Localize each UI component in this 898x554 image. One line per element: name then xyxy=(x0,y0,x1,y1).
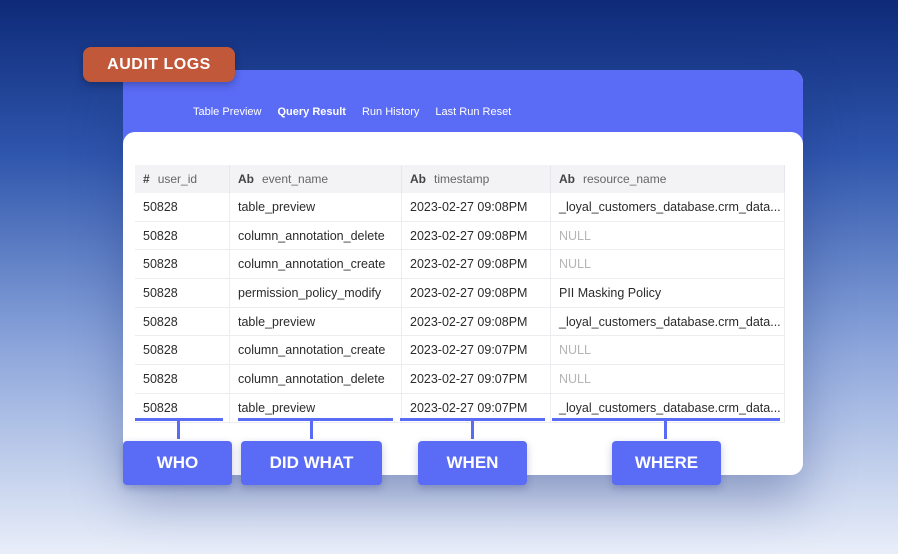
cell-timestamp: 2023-02-27 09:08PM xyxy=(401,278,551,308)
cell-resource-name: NULL xyxy=(550,364,785,394)
cell-event-name: table_preview xyxy=(229,307,402,337)
table-row[interactable]: 50828 table_preview 2023-02-27 09:08PM _loy… xyxy=(135,193,785,222)
table-row[interactable]: 50828 table_preview 2023-02-27 09:08PM _loy… xyxy=(135,307,785,337)
cell-resource-name: PII Masking Policy xyxy=(550,278,785,308)
cell-event-name: column_annotation_delete xyxy=(229,221,402,251)
where-label: WHERE xyxy=(612,441,721,485)
column-header-resource-name[interactable]: Ab resource_name xyxy=(550,165,785,193)
who-label: WHO xyxy=(123,441,232,485)
table-row[interactable]: 50828 column_annotation_create 2023-02-27 … xyxy=(135,249,785,280)
column-header-timestamp[interactable]: Ab timestamp xyxy=(401,165,551,193)
did-what-connector xyxy=(310,421,313,439)
cell-event-name: table_preview xyxy=(229,193,402,222)
cell-user-id: 50828 xyxy=(135,278,230,308)
table-header-row: # user_id Ab event_name Ab timestamp Ab reso… xyxy=(135,165,785,193)
cell-user-id: 50828 xyxy=(135,221,230,251)
cell-event-name: column_annotation_create xyxy=(229,249,402,280)
text-type-icon: Ab xyxy=(238,172,254,186)
tab-run-history[interactable]: Run History xyxy=(362,106,419,118)
cell-user-id: 50828 xyxy=(135,364,230,394)
did-what-bracket xyxy=(238,418,393,421)
did-what-label: DID WHAT xyxy=(241,441,382,485)
table-row[interactable]: 50828 column_annotation_delete 2023-02-27 … xyxy=(135,364,785,394)
when-connector xyxy=(471,421,474,439)
who-connector xyxy=(177,421,180,439)
cell-timestamp: 2023-02-27 09:08PM xyxy=(401,307,551,337)
cell-resource-name: _loyal_customers_database.crm_data... xyxy=(550,307,785,337)
column-header-user-id[interactable]: # user_id xyxy=(135,165,230,193)
cell-resource-name: NULL xyxy=(550,221,785,251)
cell-resource-name: NULL xyxy=(550,249,785,280)
column-header-label: resource_name xyxy=(583,172,667,186)
text-type-icon: Ab xyxy=(559,172,575,186)
results-table: # user_id Ab event_name Ab timestamp Ab reso… xyxy=(135,165,785,423)
cell-resource-name: NULL xyxy=(550,335,785,366)
cell-user-id: 50828 xyxy=(135,307,230,337)
column-header-label: timestamp xyxy=(434,172,490,186)
cell-user-id: 50828 xyxy=(135,249,230,280)
cell-event-name: permission_policy_modify xyxy=(229,278,402,308)
where-connector xyxy=(664,421,667,439)
table-row[interactable]: 50828 column_annotation_create 2023-02-27 … xyxy=(135,335,785,366)
table-row[interactable]: 50828 permission_policy_modify 2023-02-27 … xyxy=(135,278,785,308)
cell-event-name: column_annotation_create xyxy=(229,335,402,366)
cell-user-id: 50828 xyxy=(135,335,230,366)
cell-timestamp: 2023-02-27 09:07PM xyxy=(401,335,551,366)
audit-logs-badge: AUDIT LOGS xyxy=(83,47,235,82)
tab-table-preview[interactable]: Table Preview xyxy=(193,106,261,118)
cell-timestamp: 2023-02-27 09:08PM xyxy=(401,193,551,222)
column-header-label: event_name xyxy=(262,172,329,186)
column-header-label: user_id xyxy=(157,172,198,186)
table-row[interactable]: 50828 column_annotation_delete 2023-02-27 … xyxy=(135,221,785,251)
cell-timestamp: 2023-02-27 09:08PM xyxy=(401,249,551,280)
cell-timestamp: 2023-02-27 09:08PM xyxy=(401,221,551,251)
tab-last-run-reset[interactable]: Last Run Reset xyxy=(435,106,511,118)
text-type-icon: Ab xyxy=(410,172,426,186)
number-type-icon: # xyxy=(143,172,150,186)
cell-user-id: 50828 xyxy=(135,193,230,222)
when-label: WHEN xyxy=(418,441,527,485)
cell-timestamp: 2023-02-27 09:07PM xyxy=(401,364,551,394)
cell-resource-name: _loyal_customers_database.crm_data... xyxy=(550,193,785,222)
tab-bar: Table Preview Query Result Run History L… xyxy=(193,106,527,118)
column-header-event-name[interactable]: Ab event_name xyxy=(229,165,402,193)
cell-event-name: column_annotation_delete xyxy=(229,364,402,394)
tab-query-result[interactable]: Query Result xyxy=(277,106,345,118)
